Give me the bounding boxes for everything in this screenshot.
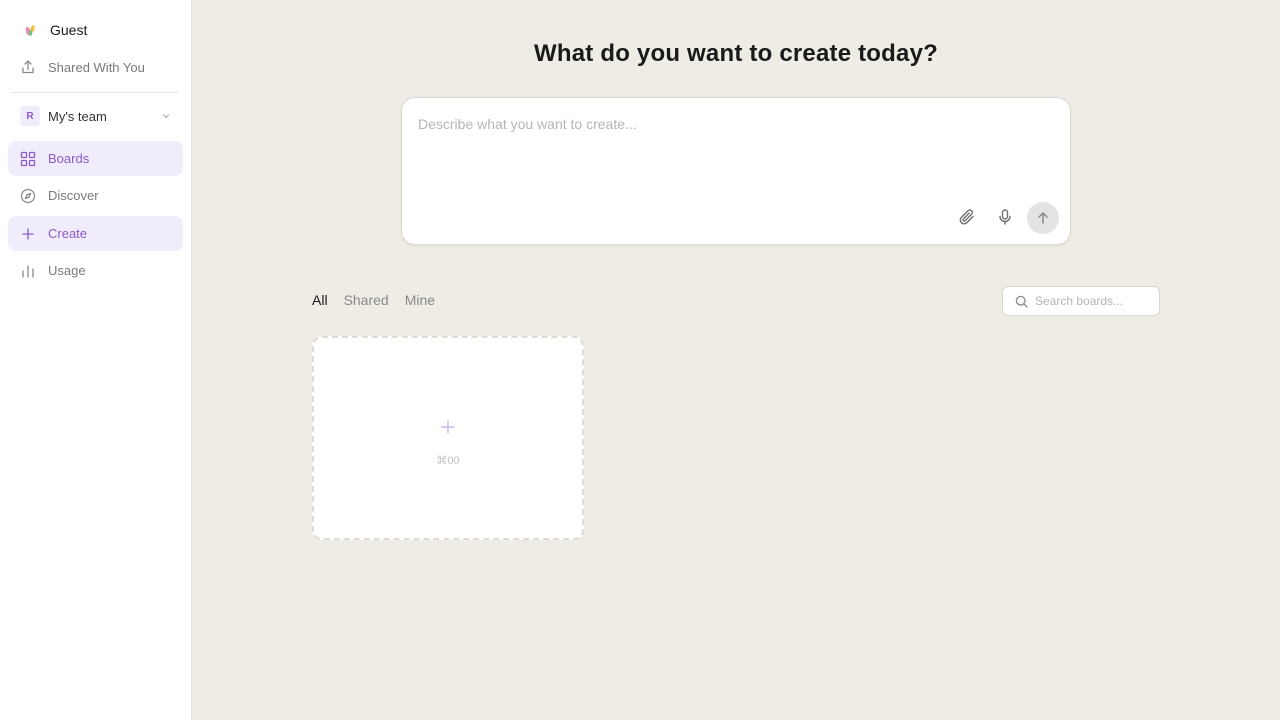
page-title: What do you want to create today?: [534, 40, 938, 67]
team-selector[interactable]: R My's team: [20, 106, 172, 126]
chevron-down-icon: [162, 114, 170, 119]
compass-icon: [20, 188, 36, 203]
sidebar-item-label: Usage: [48, 263, 86, 278]
voice-input-button[interactable]: [990, 202, 1020, 232]
tab-mine[interactable]: Mine: [405, 292, 435, 310]
paperclip-icon: [959, 209, 974, 225]
team-avatar: R: [20, 106, 40, 126]
bar-chart-icon: [22, 264, 34, 278]
plus-icon: [441, 420, 455, 434]
prompt-input[interactable]: [418, 114, 1048, 134]
search-icon: [1015, 295, 1028, 308]
attach-button[interactable]: [952, 202, 982, 232]
new-board-shortcut: ⌘00: [436, 455, 460, 467]
sidebar-item-boards[interactable]: Boards: [8, 141, 183, 176]
user-profile[interactable]: Guest: [20, 20, 87, 40]
grid-icon: [20, 151, 36, 166]
sidebar-item-discover[interactable]: Discover: [8, 178, 183, 213]
tab-shared[interactable]: Shared: [344, 292, 389, 310]
share-icon: [22, 60, 34, 74]
sidebar-item-label: Create: [48, 226, 88, 241]
sidebar-divider: [12, 92, 178, 93]
sidebar: Guest Shared With You R My's team Boards…: [0, 0, 192, 720]
plus-icon: [22, 227, 34, 240]
arrow-up-icon: [1038, 212, 1048, 224]
sidebar-item-usage[interactable]: Usage: [8, 253, 183, 288]
sidebar-item-create[interactable]: Create: [8, 216, 183, 251]
app-logo-icon: [20, 20, 40, 40]
microphone-icon: [999, 209, 1011, 225]
shared-with-you-label: Shared With You: [48, 59, 145, 75]
team-name: My's team: [48, 108, 107, 124]
user-name: Guest: [50, 22, 88, 38]
tab-all[interactable]: All: [312, 292, 328, 310]
prompt-composer: [401, 97, 1071, 245]
sidebar-item-label: Discover: [48, 188, 99, 203]
new-board-card[interactable]: ⌘00: [312, 336, 584, 540]
search-input[interactable]: [1035, 294, 1145, 308]
submit-button[interactable]: [1027, 202, 1059, 234]
sidebar-item-label: Boards: [48, 151, 90, 166]
board-filter-tabs: All Shared Mine: [312, 292, 451, 310]
shared-with-you-link[interactable]: Shared With You: [20, 57, 145, 77]
board-search[interactable]: [1002, 286, 1160, 316]
